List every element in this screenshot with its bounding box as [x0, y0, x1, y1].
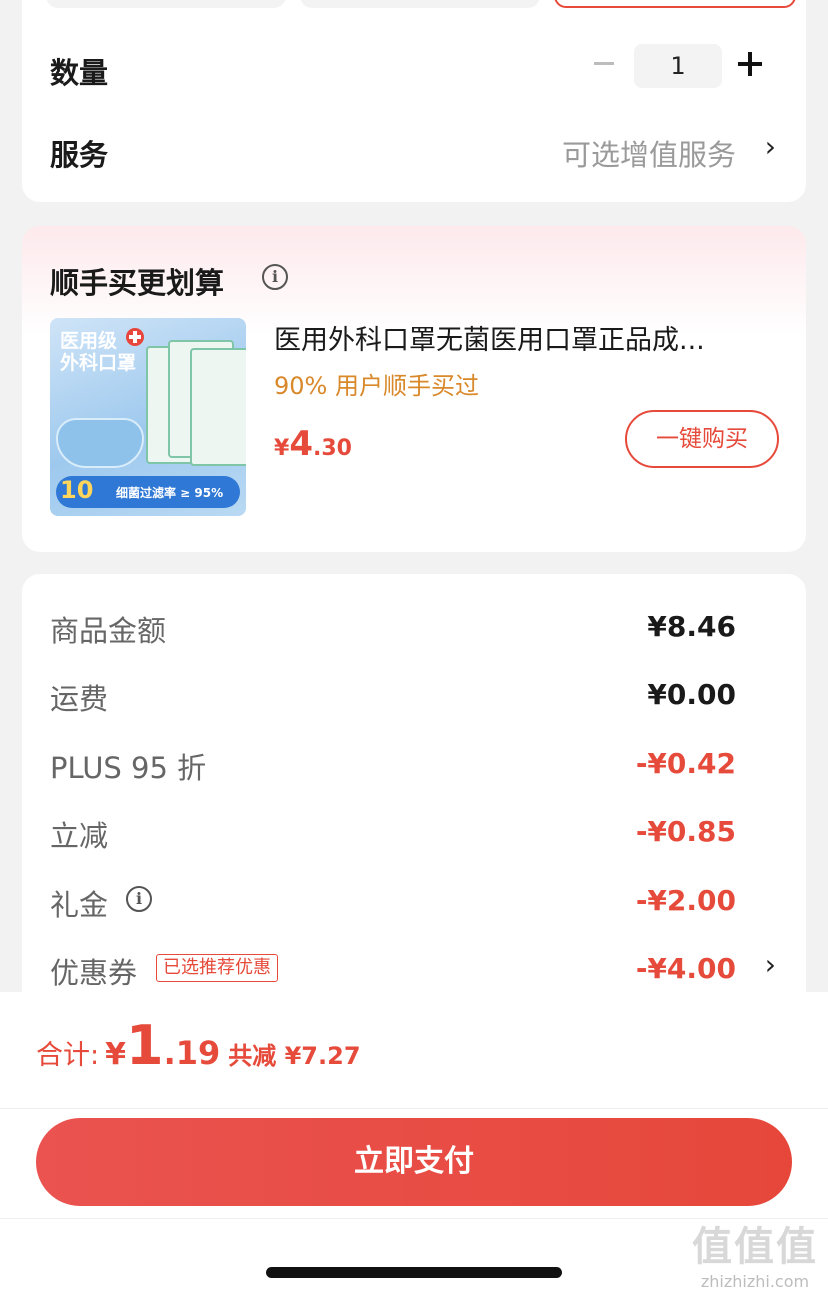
total-label: 合计: [36, 1040, 100, 1071]
total-currency: ¥ [105, 1037, 126, 1072]
product-thumbnail[interactable]: 医用级 外科口罩 10 细菌过滤率 ≥ 95% [50, 318, 246, 516]
quantity-increase-button[interactable] [738, 52, 762, 76]
package-illustration [190, 348, 246, 466]
bundle-recommend-card: 顺手买更划算 i 医用级 外科口罩 10 细菌过滤率 ≥ 95% 医用外科口罩无… [22, 226, 806, 552]
medical-cross-icon [126, 328, 144, 346]
pay-now-button[interactable]: 立即支付 [36, 1118, 792, 1206]
info-icon[interactable]: i [126, 886, 152, 912]
price-integer: 4 [289, 424, 313, 464]
mask-illustration [56, 418, 144, 468]
watermark-logo: 值值值 [692, 1224, 818, 1270]
gift-money-label: 礼金 [50, 888, 109, 922]
bundle-title: 顺手买更划算 [50, 266, 225, 300]
total-integer: 1 [125, 1014, 164, 1077]
checkout-footer: 合计: ¥1.19 共减 ¥7.27 立即支付 值值值 zhizhizhi.com [0, 992, 828, 1296]
order-options-card: 数量 1 服务 可选增值服务 › [22, 0, 806, 202]
watermark-url: zhizhizhi.com [700, 1272, 810, 1291]
spec-option[interactable] [46, 0, 286, 8]
divider [0, 1108, 828, 1109]
price-currency: ¥ [274, 436, 290, 461]
thumbnail-text: 外科口罩 [60, 352, 137, 374]
quantity-label: 数量 [50, 56, 109, 90]
coupon-label: 优惠券 [50, 956, 138, 990]
info-icon[interactable]: i [262, 264, 288, 290]
spec-options-row [46, 0, 796, 8]
spec-option-selected[interactable] [554, 0, 796, 8]
chevron-right-icon[interactable]: › [765, 130, 776, 163]
home-indicator[interactable] [266, 1267, 562, 1278]
service-label: 服务 [50, 138, 109, 172]
plus-discount-value: -¥0.42 [635, 747, 736, 780]
shipping-label: 运费 [50, 682, 109, 716]
coupon-selected-tag: 已选推荐优惠 [156, 954, 278, 982]
spec-option[interactable] [300, 0, 540, 8]
quantity-decrease-button[interactable] [594, 62, 614, 65]
instant-discount-label: 立减 [50, 819, 109, 853]
instant-discount-value: -¥0.85 [635, 815, 736, 848]
thumbnail-filter-text: 细菌过滤率 ≥ 95% [116, 486, 224, 500]
service-value[interactable]: 可选增值服务 [562, 132, 736, 174]
subtotal-label: 商品金额 [50, 614, 167, 648]
product-note: 90% 用户顺手买过 [274, 372, 479, 400]
watermark: 值值值 zhizhizhi.com [692, 1214, 818, 1291]
product-price: ¥4.30 [274, 424, 352, 464]
total-summary: 合计: ¥1.19 共减 ¥7.27 [36, 1014, 361, 1077]
one-click-buy-button[interactable]: 一键购买 [625, 410, 779, 468]
total-saved: 共减 ¥7.27 [228, 1042, 361, 1070]
thumbnail-count: 10 [60, 476, 94, 504]
total-decimal: .19 [163, 1034, 221, 1072]
quantity-input[interactable]: 1 [634, 44, 722, 88]
coupon-value[interactable]: -¥4.00 [636, 952, 736, 985]
shipping-value: ¥0.00 [647, 678, 736, 711]
product-name[interactable]: 医用外科口罩无菌医用口罩正品成... [274, 318, 784, 357]
subtotal-value: ¥8.46 [647, 610, 736, 643]
plus-discount-label: PLUS 95 折 [50, 751, 207, 785]
price-breakdown-card: 商品金额 ¥8.46 运费 ¥0.00 PLUS 95 折 -¥0.42 立减 … [22, 574, 806, 1014]
gift-money-value: -¥2.00 [635, 884, 736, 917]
price-decimal: .30 [312, 436, 352, 461]
chevron-right-icon[interactable]: › [765, 948, 776, 981]
